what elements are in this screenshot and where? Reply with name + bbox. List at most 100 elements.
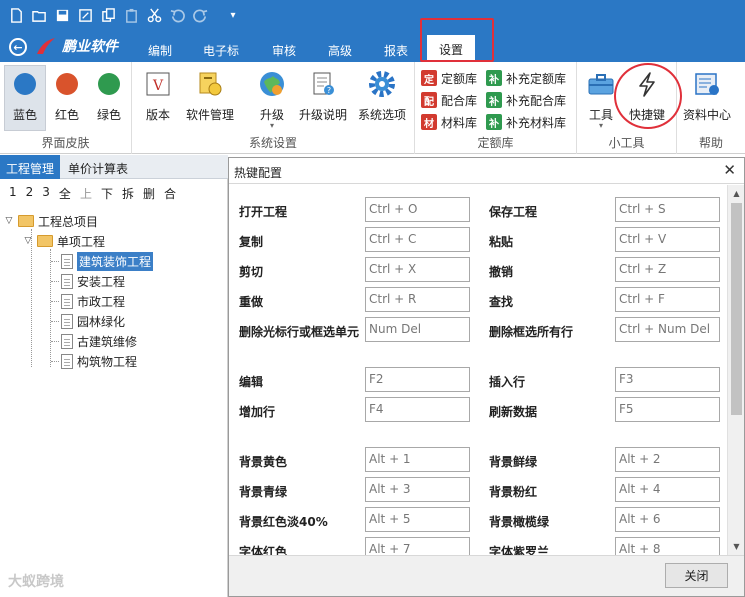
skin-blue-button[interactable]: 蓝色 <box>10 68 40 123</box>
upgrade-dropdown-icon[interactable]: ▾ <box>270 121 274 130</box>
hotkey-input[interactable]: Ctrl + F <box>615 287 720 312</box>
split-button[interactable]: 拆 <box>122 185 134 202</box>
back-icon[interactable]: ← <box>9 38 27 56</box>
ribbon-group-label-help: 帮助 <box>698 136 723 150</box>
version-button[interactable]: V 版本 <box>142 68 174 123</box>
mix-lib-label: 配合库 <box>441 93 478 108</box>
level-2-button[interactable]: 2 <box>26 185 34 202</box>
tools-dropdown-icon[interactable]: ▾ <box>599 121 603 130</box>
hotkey-input[interactable]: Ctrl + C <box>365 227 470 252</box>
tab-unit-price[interactable]: 单价计算表 <box>62 155 134 179</box>
dialog-title: 热键配置 <box>234 166 283 180</box>
skin-green-button[interactable]: 绿色 <box>94 68 124 123</box>
cut-icon[interactable] <box>144 5 164 25</box>
document-icon <box>61 253 73 269</box>
close-icon[interactable]: ✕ <box>723 161 736 179</box>
version-label: 版本 <box>145 108 170 122</box>
tree-node-installation[interactable]: 安装工程 <box>61 271 125 291</box>
level-1-button[interactable]: 1 <box>9 185 17 202</box>
tree-node-structures[interactable]: 构筑物工程 <box>61 351 137 371</box>
red-swatch-icon <box>56 73 78 95</box>
merge-button[interactable]: 合 <box>164 185 176 202</box>
scroll-down-icon[interactable]: ▼ <box>728 538 745 555</box>
expand-all-button[interactable]: 全 <box>59 185 71 202</box>
menu-tab-report[interactable]: 报表 <box>384 42 408 59</box>
tree-node-single-project[interactable]: ▽ 单项工程 <box>23 231 105 251</box>
delete-button[interactable]: 删 <box>143 185 155 202</box>
tree-node-ancient-building[interactable]: 古建筑维修 <box>61 331 137 351</box>
tree-node-landscaping[interactable]: 园林绿化 <box>61 311 125 331</box>
blue-swatch-icon <box>14 73 36 95</box>
menu-tab-ebid[interactable]: 电子标 <box>203 42 239 59</box>
upgrade-notes-button[interactable]: ? 升级说明 <box>298 68 348 123</box>
hotkey-input[interactable]: F3 <box>615 367 720 392</box>
menu-tab-audit[interactable]: 审核 <box>272 42 296 59</box>
ribbon: 蓝色 红色 绿色 界面皮肤 V 版本 软件管理 升级 ▾ ? 升级说明 系统选项… <box>0 62 745 154</box>
hotkey-input[interactable]: Alt + 8 <box>615 537 720 555</box>
hotkey-input[interactable]: Alt + 4 <box>615 477 720 502</box>
shortcut-keys-button[interactable]: 快捷键 <box>625 68 669 123</box>
hotkey-input[interactable]: Alt + 6 <box>615 507 720 532</box>
hotkey-input[interactable]: F2 <box>365 367 470 392</box>
hotkey-input[interactable]: Alt + 7 <box>365 537 470 555</box>
hotkey-input[interactable]: Alt + 5 <box>365 507 470 532</box>
paste-icon[interactable] <box>121 5 141 25</box>
hotkey-input[interactable]: Ctrl + S <box>615 197 720 222</box>
hotkey-label: 背景粉红 <box>489 485 538 499</box>
hotkey-label: 背景青绿 <box>239 485 288 499</box>
quota-lib-button[interactable]: 定定额库 <box>421 68 477 88</box>
move-down-button[interactable]: 下 <box>101 185 113 202</box>
menu-tab-advanced[interactable]: 高级 <box>328 42 352 59</box>
tree-node-building-decoration[interactable]: 建筑装饰工程 <box>61 251 154 271</box>
close-button[interactable]: 关闭 <box>665 563 728 588</box>
resource-center-button[interactable]: 资料中心 <box>681 68 733 123</box>
supp-quota-lib-button[interactable]: 补补充定额库 <box>486 68 566 88</box>
system-options-button[interactable]: 系统选项 <box>356 68 408 123</box>
upgrade-button[interactable]: 升级 ▾ <box>256 68 288 130</box>
save-as-icon[interactable] <box>75 5 95 25</box>
new-icon[interactable] <box>6 5 26 25</box>
collapse-icon[interactable]: ▽ <box>23 236 33 246</box>
collapse-icon[interactable]: ▽ <box>4 216 14 226</box>
level-3-button[interactable]: 3 <box>42 185 50 202</box>
tab-project-manage[interactable]: 工程管理 <box>0 155 61 179</box>
hotkey-input[interactable]: Alt + 1 <box>365 447 470 472</box>
supp-mix-lib-button[interactable]: 补补充配合库 <box>486 90 566 110</box>
hotkey-label: 增加行 <box>239 405 276 419</box>
hotkey-input[interactable]: Alt + 3 <box>365 477 470 502</box>
tree-connector <box>51 321 59 322</box>
tree-node-root[interactable]: ▽ 工程总项目 <box>4 211 98 231</box>
scrollbar-thumb[interactable] <box>731 203 742 415</box>
open-icon[interactable] <box>29 5 49 25</box>
material-lib-button[interactable]: 材材料库 <box>421 112 477 132</box>
skin-red-button[interactable]: 红色 <box>52 68 82 123</box>
mix-lib-button[interactable]: 配配合库 <box>421 90 477 110</box>
hotkey-input[interactable]: F5 <box>615 397 720 422</box>
customize-icon[interactable]: ▾ <box>223 5 243 25</box>
dialog-scrollbar[interactable]: ▲ ▼ <box>727 185 744 555</box>
save-icon[interactable] <box>52 5 72 25</box>
menu-tab-settings[interactable]: 设置 <box>427 35 476 62</box>
hotkey-input[interactable]: Ctrl + V <box>615 227 720 252</box>
supp-material-lib-button[interactable]: 补补充材料库 <box>486 112 566 132</box>
hotkey-input[interactable]: Ctrl + R <box>365 287 470 312</box>
copy-icon[interactable] <box>98 5 118 25</box>
menu-tab-edit[interactable]: 编制 <box>148 42 172 59</box>
hotkey-input[interactable]: Ctrl + O <box>365 197 470 222</box>
supp-material-badge-icon: 补 <box>486 114 502 130</box>
undo-icon[interactable] <box>167 5 187 25</box>
hotkey-input[interactable]: Ctrl + X <box>365 257 470 282</box>
move-up-button[interactable]: 上 <box>80 185 92 202</box>
hotkey-input[interactable]: Num Del <box>365 317 470 342</box>
tools-button[interactable]: 工具 ▾ <box>585 68 617 130</box>
hotkey-input[interactable]: Ctrl + Num Del <box>615 317 720 342</box>
hotkey-label: 字体紫罗兰 <box>489 545 550 555</box>
document-icon <box>61 273 73 289</box>
hotkey-input[interactable]: F4 <box>365 397 470 422</box>
redo-icon[interactable] <box>190 5 210 25</box>
hotkey-input[interactable]: Ctrl + Z <box>615 257 720 282</box>
hotkey-input[interactable]: Alt + 2 <box>615 447 720 472</box>
scroll-up-icon[interactable]: ▲ <box>728 185 745 202</box>
software-manage-button[interactable]: 软件管理 <box>184 68 236 123</box>
tree-node-municipal[interactable]: 市政工程 <box>61 291 125 311</box>
